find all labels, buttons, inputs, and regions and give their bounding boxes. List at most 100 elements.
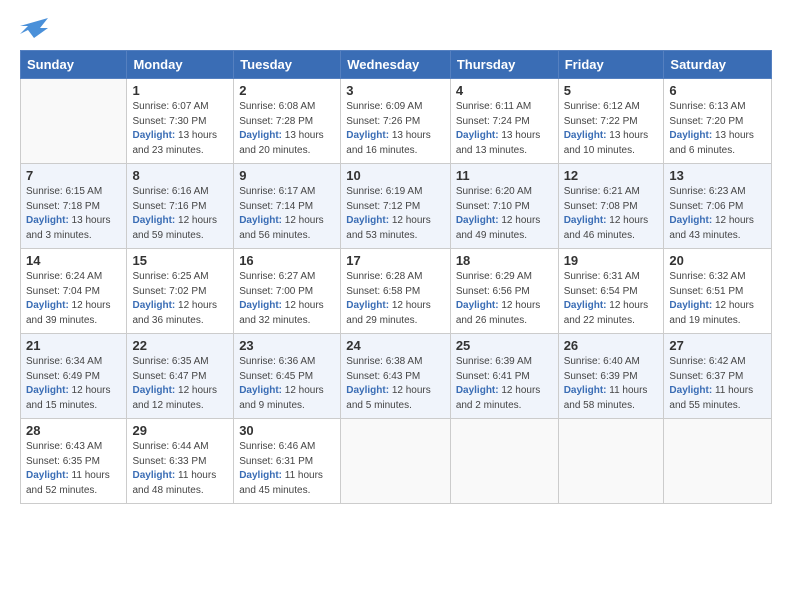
day-cell: 19Sunrise: 6:31 AMSunset: 6:54 PMDayligh…	[558, 249, 664, 334]
sunrise-text: Sunrise: 6:08 AM	[239, 100, 335, 115]
day-cell	[21, 79, 127, 164]
daylight-label: Daylight:	[456, 130, 499, 141]
daylight-text: Daylight: 12 hours and 22 minutes.	[564, 299, 659, 328]
day-cell: 2 Sunrise: 6:08 AMSunset: 7:28 PMDaylight…	[234, 79, 341, 164]
daylight-text: Daylight: 12 hours and 53 minutes.	[346, 214, 445, 243]
day-info: Sunrise: 6:17 AMSunset: 7:14 PMDaylight:…	[239, 185, 335, 243]
day-info: Sunrise: 6:09 AMSunset: 7:26 PMDaylight:…	[346, 100, 445, 158]
day-cell: 10Sunrise: 6:19 AMSunset: 7:12 PMDayligh…	[341, 164, 451, 249]
daylight-text: Daylight: 12 hours and 5 minutes.	[346, 384, 445, 413]
day-number: 26	[564, 338, 659, 353]
day-number: 29	[132, 423, 228, 438]
day-cell: 30Sunrise: 6:46 AMSunset: 6:31 PMDayligh…	[234, 419, 341, 504]
sunrise-text: Sunrise: 6:15 AM	[26, 185, 121, 200]
day-number: 15	[132, 253, 228, 268]
sunset-text: Sunset: 6:56 PM	[456, 285, 553, 300]
daylight-text: Daylight: 11 hours and 45 minutes.	[239, 469, 335, 498]
weekday-header-monday: Monday	[127, 51, 234, 79]
day-info: Sunrise: 6:16 AMSunset: 7:16 PMDaylight:…	[132, 185, 228, 243]
daylight-text: Daylight: 12 hours and 59 minutes.	[132, 214, 228, 243]
sunset-text: Sunset: 7:26 PM	[346, 115, 445, 130]
weekday-header-tuesday: Tuesday	[234, 51, 341, 79]
daylight-label: Daylight:	[132, 215, 175, 226]
calendar: SundayMondayTuesdayWednesdayThursdayFrid…	[20, 50, 772, 504]
day-number: 11	[456, 168, 553, 183]
day-number: 30	[239, 423, 335, 438]
day-number: 4	[456, 83, 553, 98]
day-cell	[558, 419, 664, 504]
day-cell: 1Sunrise: 6:07 AMSunset: 7:30 PMDaylight…	[127, 79, 234, 164]
day-number: 9	[239, 168, 335, 183]
day-number: 23	[239, 338, 335, 353]
day-number: 13	[669, 168, 766, 183]
daylight-label: Daylight:	[456, 385, 499, 396]
sunrise-text: Sunrise: 6:38 AM	[346, 355, 445, 370]
day-number: 7	[26, 168, 121, 183]
daylight-text: Daylight: 12 hours and 15 minutes.	[26, 384, 121, 413]
sunset-text: Sunset: 7:04 PM	[26, 285, 121, 300]
daylight-label: Daylight:	[669, 215, 712, 226]
sunset-text: Sunset: 7:10 PM	[456, 200, 553, 215]
sunset-text: Sunset: 6:39 PM	[564, 370, 659, 385]
day-cell: 21 Sunrise: 6:34 AMSunset: 6:49 PMDayligh…	[21, 334, 127, 419]
day-number: 6	[669, 83, 766, 98]
day-info: Sunrise: 6:20 AMSunset: 7:10 PMDaylight:…	[456, 185, 553, 243]
weekday-header-thursday: Thursday	[450, 51, 558, 79]
sunrise-text: Sunrise: 6:46 AM	[239, 440, 335, 455]
day-cell: 15Sunrise: 6:25 AMSunset: 7:02 PMDayligh…	[127, 249, 234, 334]
daylight-text: Daylight: 13 hours and 20 minutes.	[239, 129, 335, 158]
day-cell: 13Sunrise: 6:23 AMSunset: 7:06 PMDayligh…	[664, 164, 772, 249]
day-cell	[450, 419, 558, 504]
daylight-text: Daylight: 12 hours and 32 minutes.	[239, 299, 335, 328]
day-cell: 17Sunrise: 6:28 AMSunset: 6:58 PMDayligh…	[341, 249, 451, 334]
sunrise-text: Sunrise: 6:20 AM	[456, 185, 553, 200]
day-info: Sunrise: 6:38 AMSunset: 6:43 PMDaylight:…	[346, 355, 445, 413]
sunset-text: Sunset: 7:28 PM	[239, 115, 335, 130]
sunset-text: Sunset: 6:41 PM	[456, 370, 553, 385]
sunrise-text: Sunrise: 6:31 AM	[564, 270, 659, 285]
day-cell: 16Sunrise: 6:27 AMSunset: 7:00 PMDayligh…	[234, 249, 341, 334]
daylight-label: Daylight:	[239, 385, 282, 396]
day-cell: 3Sunrise: 6:09 AMSunset: 7:26 PMDaylight…	[341, 79, 451, 164]
day-info: Sunrise: 6:36 AMSunset: 6:45 PMDaylight:…	[239, 355, 335, 413]
day-cell: 8Sunrise: 6:16 AMSunset: 7:16 PMDaylight…	[127, 164, 234, 249]
day-cell: 14Sunrise: 6:24 AMSunset: 7:04 PMDayligh…	[21, 249, 127, 334]
sunset-text: Sunset: 7:14 PM	[239, 200, 335, 215]
sunrise-text: Sunrise: 6:28 AM	[346, 270, 445, 285]
sunset-text: Sunset: 7:18 PM	[26, 200, 121, 215]
daylight-label: Daylight:	[669, 300, 712, 311]
daylight-text: Daylight: 12 hours and 2 minutes.	[456, 384, 553, 413]
sunrise-text: Sunrise: 6:43 AM	[26, 440, 121, 455]
daylight-text: Daylight: 12 hours and 56 minutes.	[239, 214, 335, 243]
day-cell: 7Sunrise: 6:15 AMSunset: 7:18 PMDaylight…	[21, 164, 127, 249]
week-row-5: 28Sunrise: 6:43 AMSunset: 6:35 PMDayligh…	[21, 419, 772, 504]
day-number: 28	[26, 423, 121, 438]
day-cell: 4Sunrise: 6:11 AMSunset: 7:24 PMDaylight…	[450, 79, 558, 164]
day-info: Sunrise: 6:42 AMSunset: 6:37 PMDaylight:…	[669, 355, 766, 413]
sunrise-text: Sunrise: 6:36 AM	[239, 355, 335, 370]
day-info: Sunrise: 6:35 AMSunset: 6:47 PMDaylight:…	[132, 355, 228, 413]
day-info: Sunrise: 6:07 AMSunset: 7:30 PMDaylight:…	[132, 100, 228, 158]
sunset-text: Sunset: 6:49 PM	[26, 370, 121, 385]
sunrise-text: Sunrise: 6:39 AM	[456, 355, 553, 370]
day-number: 2	[239, 83, 335, 98]
daylight-label: Daylight:	[239, 130, 282, 141]
sunset-text: Sunset: 6:51 PM	[669, 285, 766, 300]
daylight-text: Daylight: 11 hours and 52 minutes.	[26, 469, 121, 498]
day-cell: 20Sunrise: 6:32 AMSunset: 6:51 PMDayligh…	[664, 249, 772, 334]
day-number: 21	[26, 338, 121, 353]
day-info: Sunrise: 6:24 AMSunset: 7:04 PMDaylight:…	[26, 270, 121, 328]
sunrise-text: Sunrise: 6:25 AM	[132, 270, 228, 285]
day-cell: 29Sunrise: 6:44 AMSunset: 6:33 PMDayligh…	[127, 419, 234, 504]
sunrise-text: Sunrise: 6:34 AM	[26, 355, 121, 370]
daylight-label: Daylight:	[26, 300, 69, 311]
daylight-label: Daylight:	[239, 215, 282, 226]
sunset-text: Sunset: 6:33 PM	[132, 455, 228, 470]
daylight-text: Daylight: 11 hours and 58 minutes.	[564, 384, 659, 413]
sunrise-text: Sunrise: 6:29 AM	[456, 270, 553, 285]
day-number: 25	[456, 338, 553, 353]
day-cell: 18Sunrise: 6:29 AMSunset: 6:56 PMDayligh…	[450, 249, 558, 334]
logo	[20, 18, 52, 42]
sunset-text: Sunset: 7:30 PM	[132, 115, 228, 130]
day-cell	[341, 419, 451, 504]
